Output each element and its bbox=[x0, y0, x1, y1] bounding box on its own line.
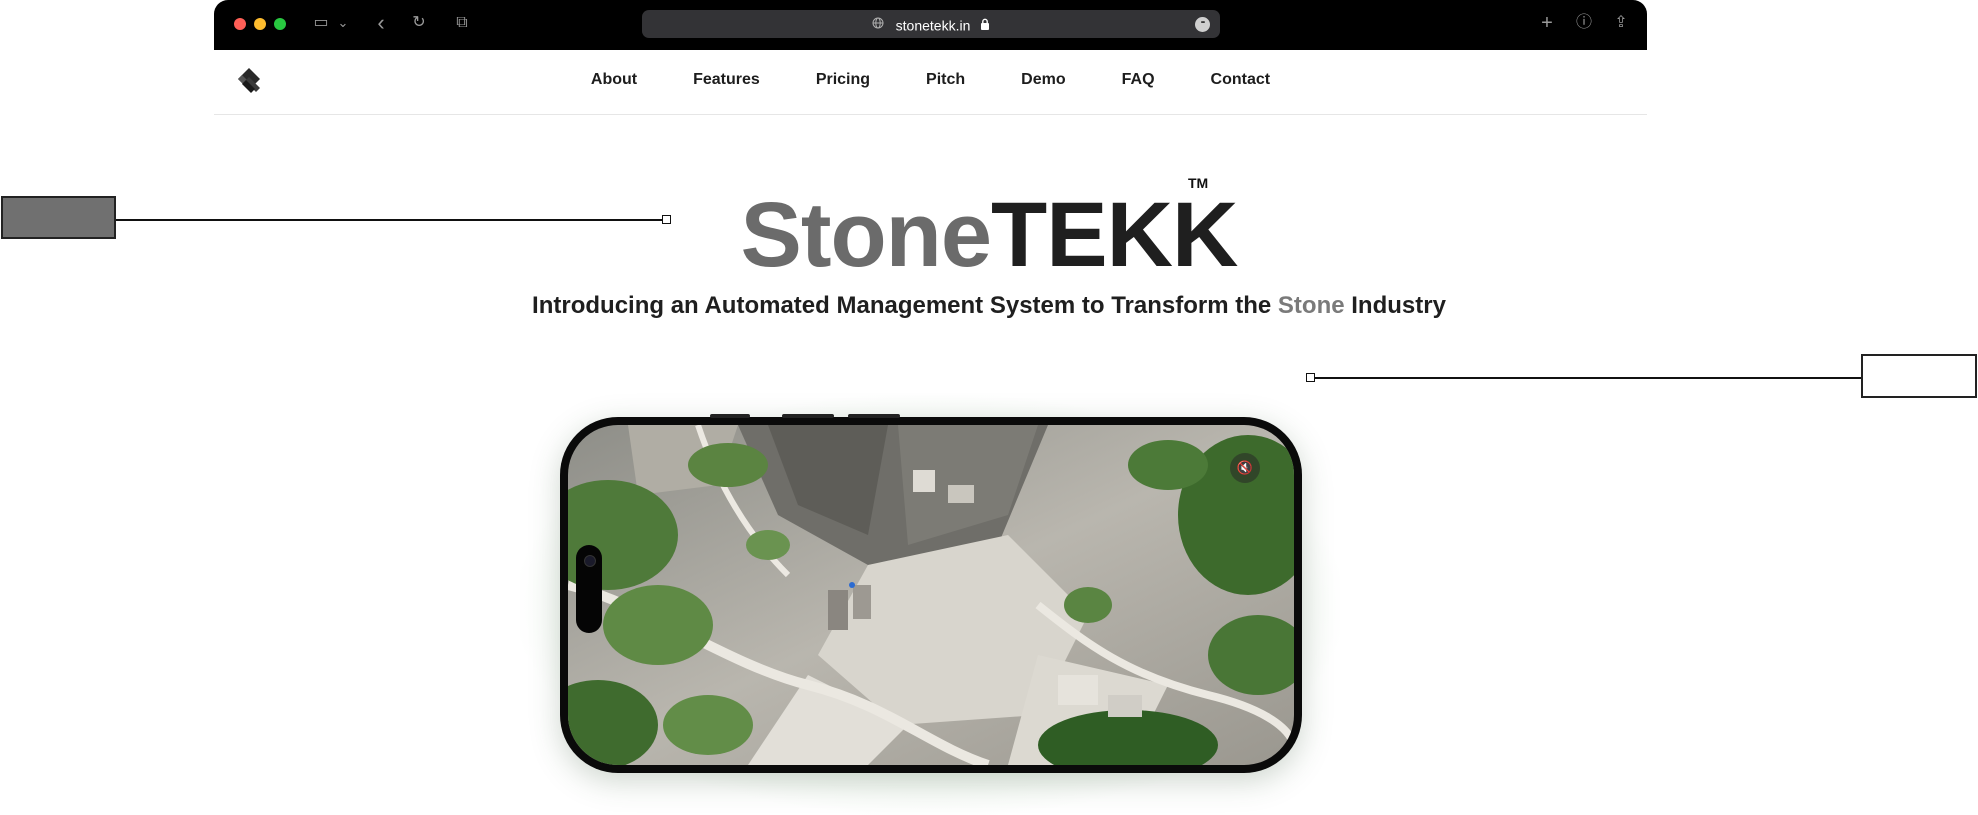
phone-side-button bbox=[710, 414, 750, 418]
more-icon[interactable]: ••• bbox=[1195, 17, 1210, 32]
site-header: About Features Pricing Pitch Demo FAQ Co… bbox=[214, 50, 1647, 115]
nav-pricing[interactable]: Pricing bbox=[788, 71, 898, 89]
annotation-anchor-left bbox=[662, 215, 671, 224]
sidebar-icon[interactable]: ▭ bbox=[310, 12, 332, 34]
close-window-button[interactable] bbox=[234, 18, 246, 30]
phone-mockup: 🔇 bbox=[560, 414, 1302, 773]
tabs-overview-icon[interactable]: ⧉ bbox=[452, 12, 472, 34]
nav-contact[interactable]: Contact bbox=[1183, 71, 1299, 89]
camera-icon bbox=[584, 555, 596, 567]
new-tab-icon[interactable]: + bbox=[1538, 12, 1556, 34]
speaker-muted-icon[interactable]: 🔇 bbox=[1230, 453, 1260, 483]
info-icon[interactable]: ⓘ bbox=[1575, 12, 1593, 34]
annotation-anchor-right bbox=[1306, 373, 1315, 382]
trademark-mark: TM bbox=[1188, 175, 1209, 191]
dynamic-island bbox=[576, 545, 602, 633]
reload-icon[interactable]: ↻ bbox=[410, 12, 428, 34]
annotation-box-right bbox=[1861, 354, 1977, 398]
subtitle-text-end: Industry bbox=[1344, 292, 1446, 319]
subtitle-text-start: Introducing an Automated Management Syst… bbox=[532, 292, 1278, 319]
address-bar[interactable]: stonetekk.in ••• bbox=[642, 10, 1220, 38]
main-nav: About Features Pricing Pitch Demo FAQ Co… bbox=[214, 50, 1647, 114]
browser-toolbar: ▭ ⌄ ‹ ↻ ⧉ stonetekk.in ••• + ⓘ ⇪ bbox=[214, 0, 1647, 50]
hero-title-tekk: TEKK bbox=[991, 184, 1238, 286]
phone-volume-down-button bbox=[848, 414, 900, 418]
nav-demo[interactable]: Demo bbox=[993, 71, 1093, 89]
nav-about[interactable]: About bbox=[563, 71, 665, 89]
minimize-window-button[interactable] bbox=[254, 18, 266, 30]
subtitle-accent: Stone bbox=[1277, 292, 1345, 319]
url-text: stonetekk.in bbox=[895, 17, 971, 34]
chevron-down-icon[interactable]: ⌄ bbox=[336, 12, 350, 34]
annotation-connector-left bbox=[116, 219, 666, 221]
nav-pitch[interactable]: Pitch bbox=[898, 71, 993, 89]
nav-faq[interactable]: FAQ bbox=[1094, 71, 1183, 89]
hero-title: StoneTEKK bbox=[0, 180, 1978, 290]
phone-volume-up-button bbox=[782, 414, 834, 418]
nav-features[interactable]: Features bbox=[665, 71, 788, 89]
maximize-window-button[interactable] bbox=[274, 18, 286, 30]
annotation-box-left bbox=[1, 196, 116, 239]
globe-icon bbox=[872, 11, 884, 39]
hero-title-stone: Stone bbox=[740, 184, 992, 286]
annotation-connector-right bbox=[1313, 377, 1861, 379]
quarry-aerial-image bbox=[568, 425, 1294, 765]
share-icon[interactable]: ⇪ bbox=[1612, 12, 1630, 34]
back-icon[interactable]: ‹ bbox=[372, 12, 390, 34]
hero-subtitle: Introducing an Automated Management Syst… bbox=[0, 292, 1978, 320]
quarry-video[interactable]: 🔇 bbox=[568, 425, 1294, 765]
lock-icon bbox=[980, 11, 990, 39]
